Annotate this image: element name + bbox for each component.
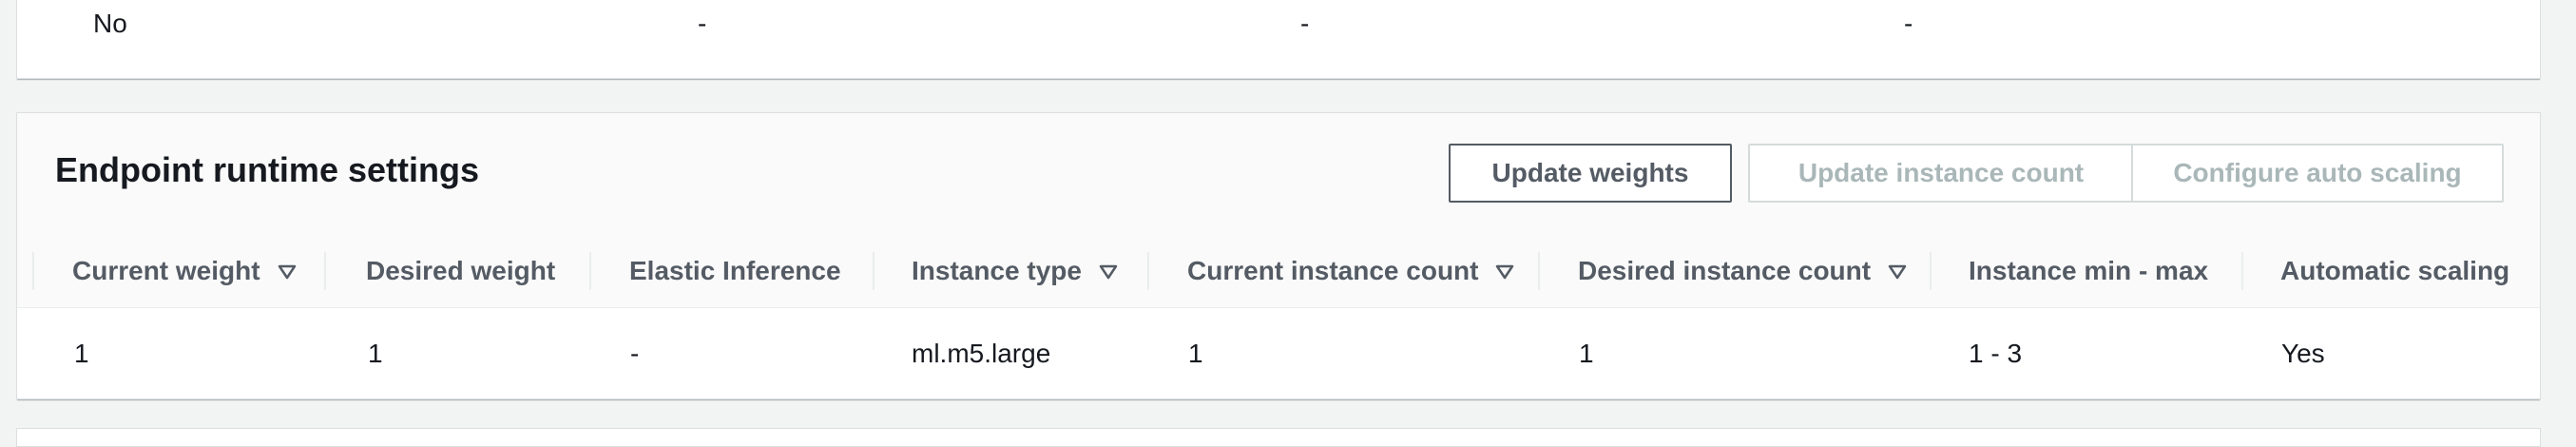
cell-elastic-inference: - [630, 339, 640, 368]
table-header: Current weight Desired weight Elastic In… [17, 235, 2540, 308]
column-header-label: Desired weight [366, 256, 556, 285]
column-header-label: Elastic Inference [629, 256, 841, 285]
column-header-label: Current weight [72, 256, 260, 285]
column-separator [2241, 252, 2243, 290]
table-row: No - - - [17, 0, 2540, 48]
column-header-elastic-inference: Elastic Inference [629, 235, 841, 307]
column-separator [873, 252, 875, 290]
cell-instance-min-max: 1 - 3 [1969, 339, 2023, 368]
table-cell: - [1904, 9, 1913, 38]
column-header-current-weight[interactable]: Current weight [72, 235, 297, 307]
sort-caret-down-icon[interactable] [1099, 256, 1118, 286]
column-header-label: Instance min - max [1969, 256, 2209, 285]
cell-automatic-scaling: Yes [2281, 339, 2325, 368]
column-header-label: Instance type [912, 256, 1082, 285]
update-instance-count-button[interactable]: Update instance count [1748, 144, 2134, 203]
sort-caret-down-icon[interactable] [1888, 256, 1907, 286]
endpoint-runtime-settings-panel: Endpoint runtime settings Update weights… [16, 112, 2541, 399]
cell-desired-instance-count: 1 [1579, 339, 1594, 368]
column-header-desired-weight: Desired weight [366, 235, 555, 307]
panel-title: Endpoint runtime settings [55, 150, 479, 189]
table-cell: No [93, 9, 127, 38]
table-row[interactable]: 1 1 - ml.m5.large 1 1 1 - 3 Yes [17, 308, 2540, 399]
table-cell: - [698, 9, 707, 38]
sort-caret-down-icon[interactable] [278, 256, 297, 286]
configure-auto-scaling-button[interactable]: Configure auto scaling [2131, 144, 2504, 203]
column-separator [32, 252, 34, 290]
column-separator [1538, 252, 1540, 290]
cell-current-instance-count: 1 [1188, 339, 1203, 368]
column-header-label: Desired instance count [1578, 256, 1872, 285]
previous-panel: No - - - [16, 0, 2541, 79]
column-header-automatic-scaling: Automatic scaling [2280, 235, 2509, 307]
update-weights-button[interactable]: Update weights [1449, 144, 1732, 203]
column-header-desired-instance-count[interactable]: Desired instance count [1578, 235, 1907, 307]
column-header-label: Current instance count [1187, 256, 1479, 285]
column-separator [324, 252, 326, 290]
table-cell: - [1300, 9, 1310, 38]
column-header-label: Automatic scaling [2280, 256, 2510, 285]
column-separator [1930, 252, 1932, 290]
column-separator [589, 252, 591, 290]
cell-instance-type: ml.m5.large [912, 339, 1051, 368]
column-header-instance-min-max: Instance min - max [1969, 235, 2208, 307]
column-header-instance-type[interactable]: Instance type [912, 235, 1118, 307]
column-separator [1147, 252, 1149, 290]
next-panel [16, 428, 2541, 447]
cell-current-weight: 1 [74, 339, 89, 368]
panel-header: Endpoint runtime settings Update weights… [17, 113, 2540, 236]
sort-caret-down-icon[interactable] [1495, 256, 1514, 286]
column-header-current-instance-count[interactable]: Current instance count [1187, 235, 1514, 307]
cell-desired-weight: 1 [368, 339, 383, 368]
